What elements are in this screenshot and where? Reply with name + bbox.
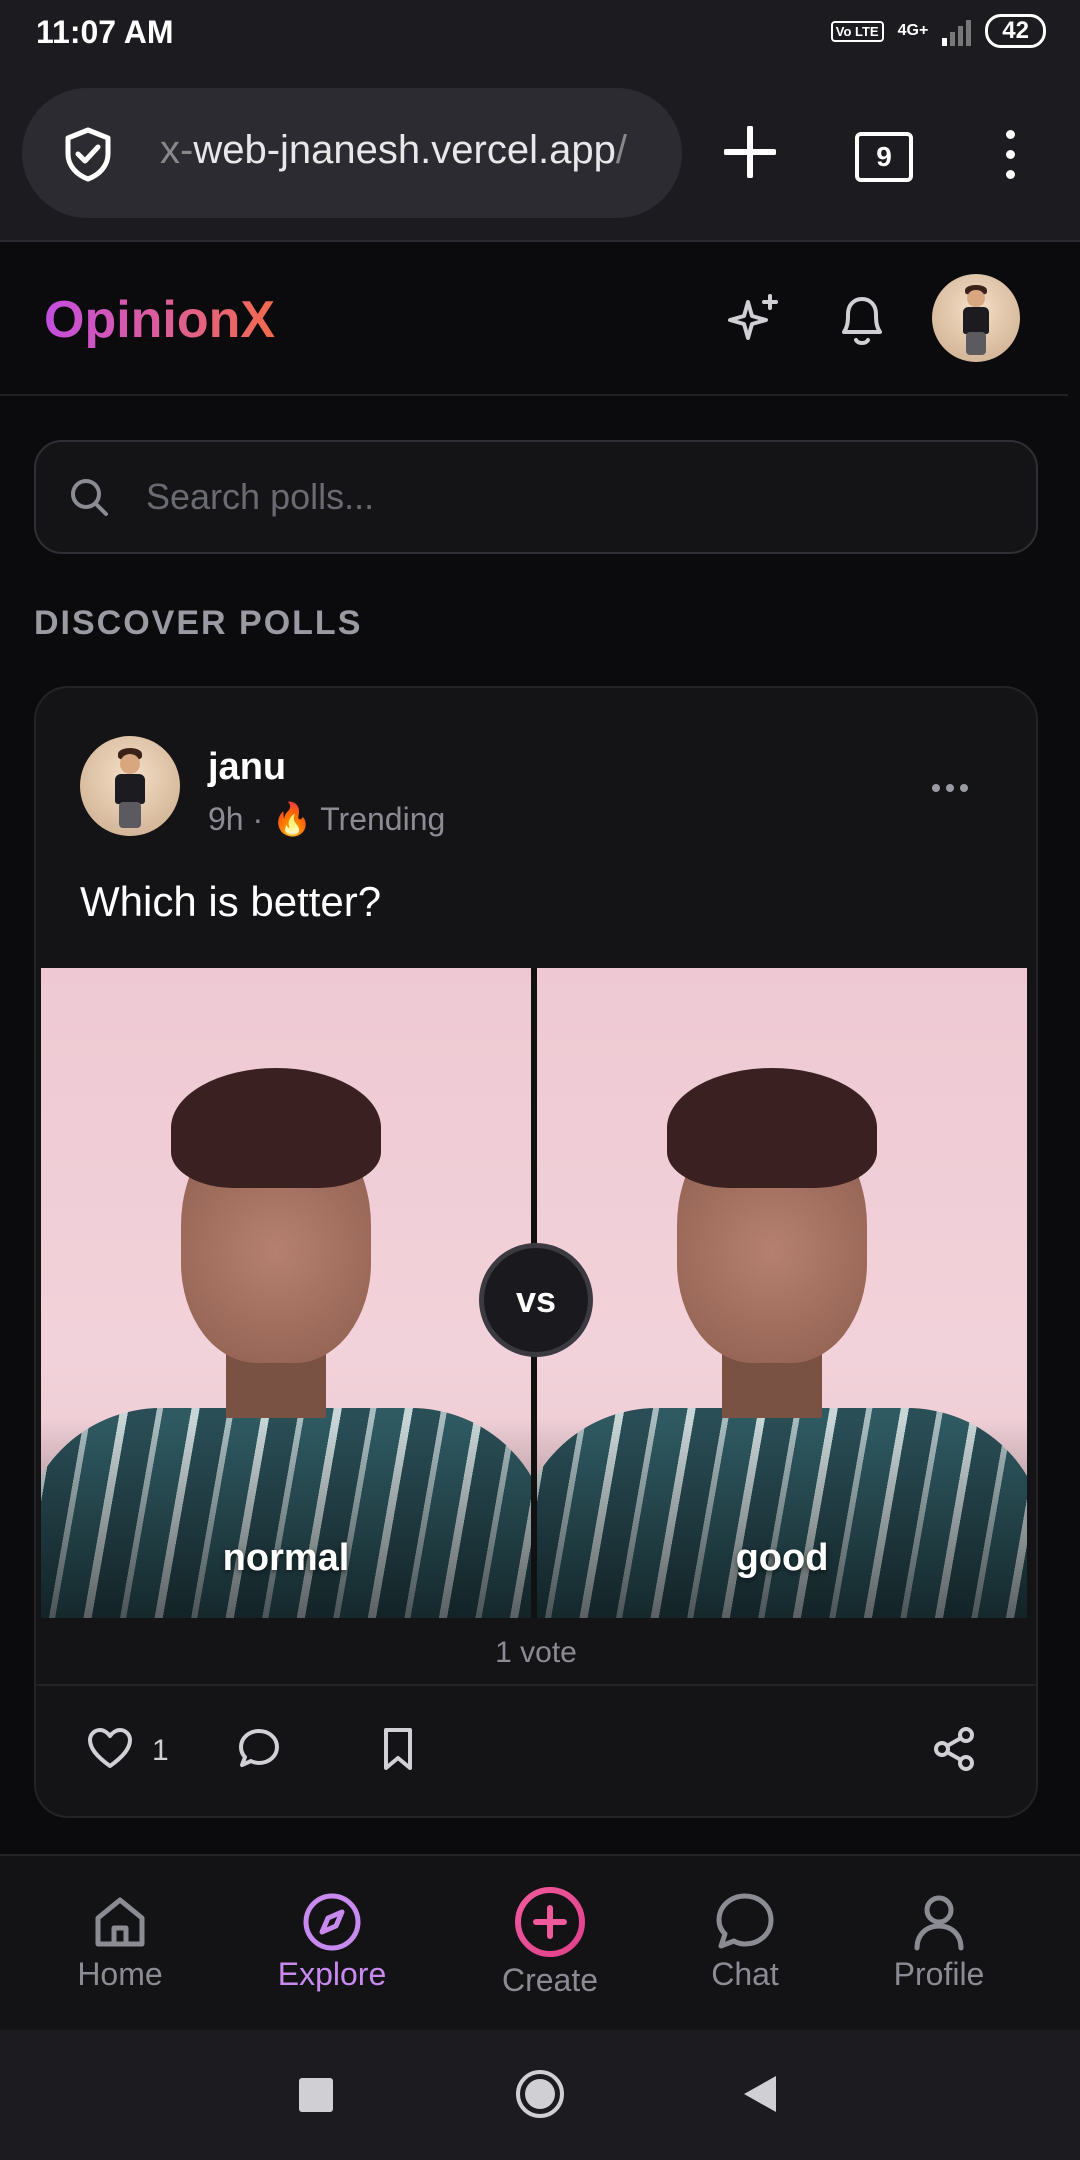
home-icon xyxy=(88,1890,152,1959)
chat-icon xyxy=(713,1890,777,1959)
fire-icon: 🔥 xyxy=(272,801,312,837)
comment-icon[interactable] xyxy=(236,1726,282,1777)
post-time: 9h xyxy=(208,801,244,837)
poll-question: Which is better? xyxy=(80,878,382,925)
url-text[interactable]: x-web-jnanesh.vercel.app/ xyxy=(160,128,670,173)
card-divider xyxy=(36,1684,1036,1686)
address-bar[interactable]: x-web-jnanesh.vercel.app/ xyxy=(22,88,682,218)
nav-create-label: Create xyxy=(501,1962,599,1998)
vote-count: 1 vote xyxy=(495,1636,577,1669)
option-a-label: normal xyxy=(222,1537,350,1579)
search-icon xyxy=(68,476,110,523)
nav-profile[interactable]: Profile xyxy=(839,1856,1039,2032)
plus-circle-icon xyxy=(512,1884,588,1965)
clock: 11:07 AM xyxy=(36,14,174,50)
heart-icon[interactable] xyxy=(86,1726,134,1775)
option-b-image[interactable]: good xyxy=(537,968,1027,1618)
poll-actions: 1 xyxy=(36,1718,1036,1788)
status-icons: Vo LTE 4G+ 42 xyxy=(830,14,1046,48)
url-host: web-jnanesh.vercel.app xyxy=(193,128,616,172)
bottom-nav: Home Explore Create Chat Profile xyxy=(0,1854,1080,2032)
search-bar xyxy=(34,440,1038,554)
poll-meta: 9h · 🔥 Trending xyxy=(208,801,446,837)
volte-icon: Vo LTE xyxy=(830,20,884,42)
sparkles-icon[interactable] xyxy=(724,290,784,355)
nav-profile-label: Profile xyxy=(893,1956,985,1992)
app-logo[interactable]: OpinionX xyxy=(44,290,275,350)
poll-options: normal good vs xyxy=(41,968,1027,1618)
network-type: 4G+ xyxy=(897,22,929,39)
more-horizontal-icon[interactable] xyxy=(932,784,968,792)
browser-toolbar: x-web-jnanesh.vercel.app/ 9 xyxy=(0,68,1080,242)
signal-icon xyxy=(942,16,972,46)
shield-check-icon[interactable] xyxy=(62,126,114,187)
option-b-label: good xyxy=(735,1537,829,1579)
app-header: OpinionX xyxy=(0,242,1068,396)
poll-card[interactable]: janu 9h · 🔥 Trending Which is better? no… xyxy=(34,686,1038,1818)
home-button[interactable] xyxy=(514,2068,566,2125)
more-vertical-icon[interactable] xyxy=(1006,130,1015,190)
url-prefix: x- xyxy=(160,128,194,172)
nav-home-label: Home xyxy=(77,1956,163,1992)
profile-avatar[interactable] xyxy=(932,274,1020,362)
author-name[interactable]: janu xyxy=(208,746,286,789)
system-nav-bar xyxy=(0,2030,1080,2160)
author-avatar[interactable] xyxy=(80,736,180,836)
url-trailing: / xyxy=(615,128,627,172)
option-a-image[interactable]: normal xyxy=(41,968,531,1618)
nav-explore[interactable]: Explore xyxy=(232,1856,432,2032)
status-bar: 11:07 AM Vo LTE 4G+ 42 xyxy=(0,0,1080,68)
vs-badge: vs xyxy=(479,1243,593,1357)
tab-switcher-button[interactable]: 9 xyxy=(855,132,913,182)
bookmark-icon[interactable] xyxy=(378,1726,418,1777)
search-input[interactable] xyxy=(144,466,1008,528)
back-button[interactable] xyxy=(742,2074,778,2119)
bell-icon[interactable] xyxy=(834,290,890,355)
user-icon xyxy=(907,1890,971,1959)
nav-chat-label: Chat xyxy=(711,1956,779,1992)
battery-indicator: 42 xyxy=(985,14,1046,48)
nav-home[interactable]: Home xyxy=(20,1856,220,2032)
section-title: DISCOVER POLLS xyxy=(34,604,363,642)
compass-icon xyxy=(300,1890,364,1959)
new-tab-button[interactable] xyxy=(723,125,777,183)
nav-create[interactable]: Create xyxy=(450,1856,650,2032)
share-icon[interactable] xyxy=(932,1726,978,1777)
nav-chat[interactable]: Chat xyxy=(645,1856,845,2032)
like-count: 1 xyxy=(152,1734,169,1767)
nav-explore-label: Explore xyxy=(277,1956,387,1992)
trending-badge: Trending xyxy=(320,801,446,837)
recents-button[interactable] xyxy=(299,2078,333,2112)
